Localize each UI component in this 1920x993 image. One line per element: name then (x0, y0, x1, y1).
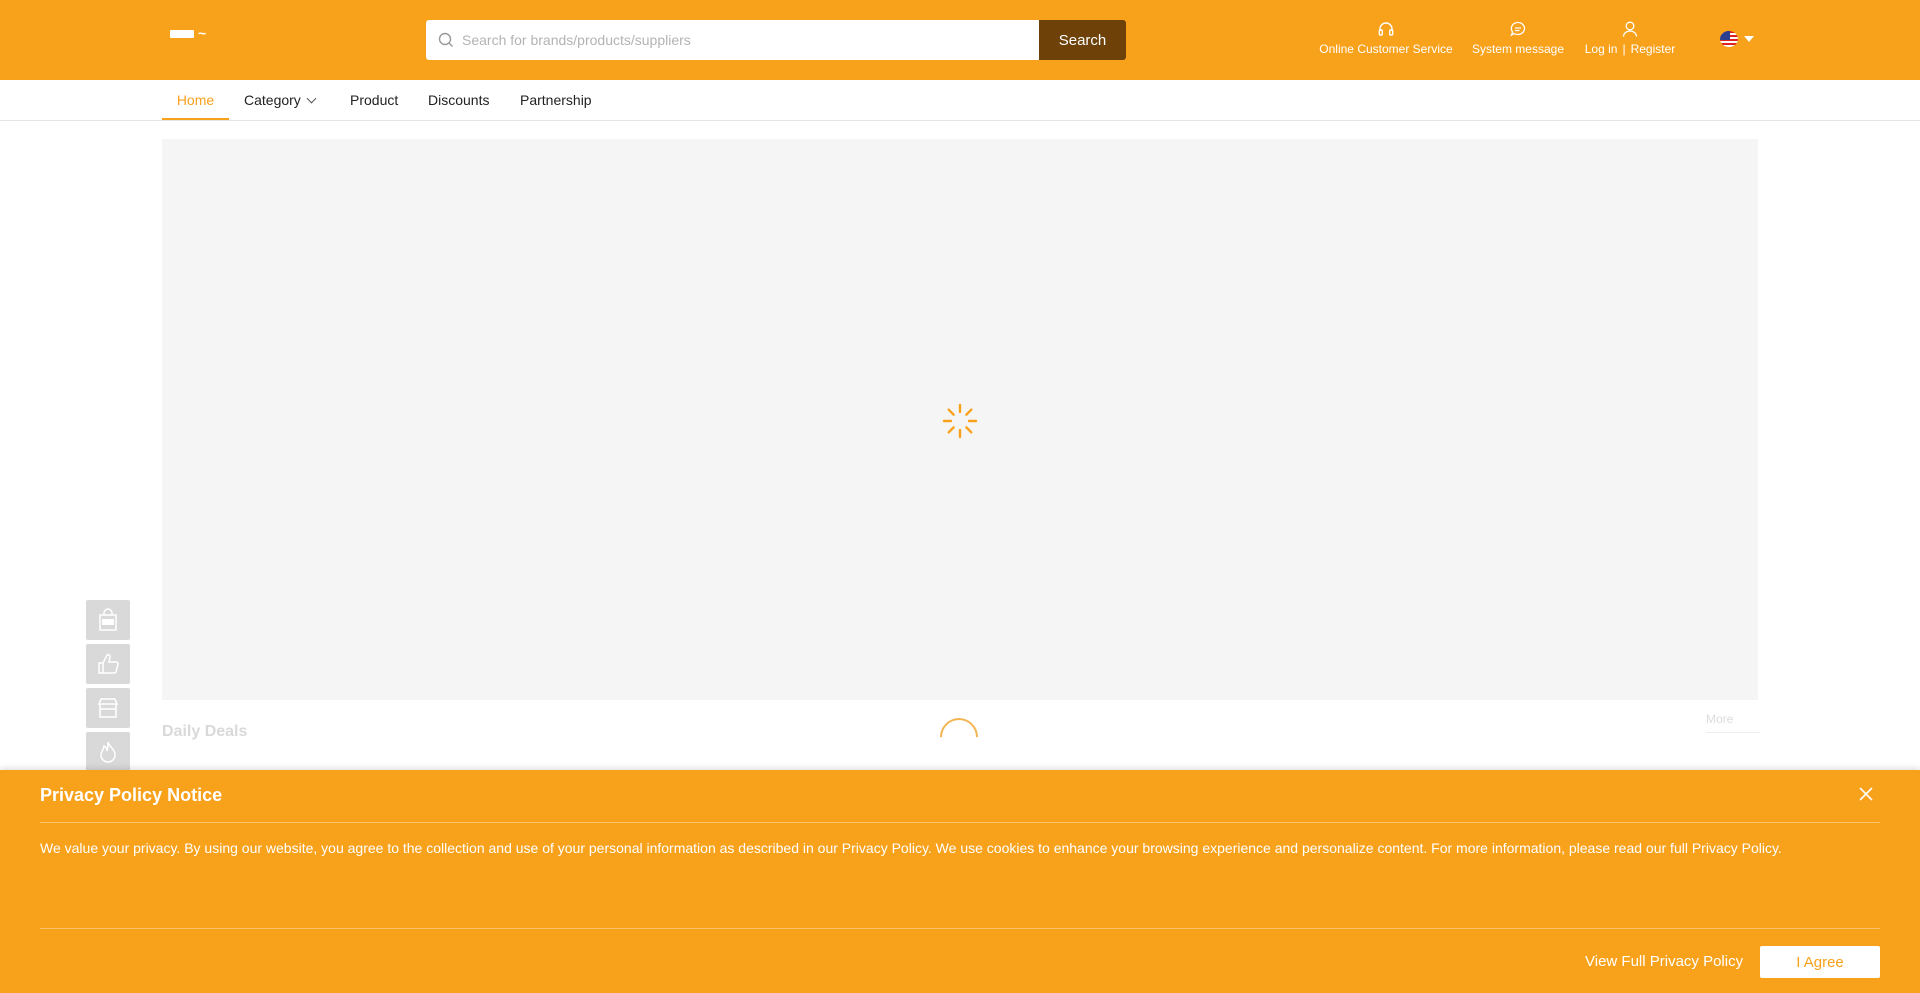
online-customer-service-link[interactable]: Online Customer Service (1318, 20, 1454, 56)
logo-mark (170, 30, 194, 38)
loading-spinner-icon (942, 403, 978, 439)
side-hot-button[interactable] (86, 732, 130, 772)
nav-partnership[interactable]: Partnership (520, 80, 592, 120)
search-box[interactable] (426, 20, 1039, 60)
nav-category-label: Category (244, 92, 301, 108)
nav-discounts[interactable]: Discounts (428, 80, 489, 120)
store-icon (97, 698, 119, 718)
new-bag-icon (99, 608, 117, 631)
headset-icon (1378, 22, 1394, 36)
view-full-privacy-policy-link[interactable]: View Full Privacy Policy (1585, 953, 1743, 970)
top-header: ~ Search Online Customer Service System … (0, 0, 1920, 80)
site-logo[interactable]: ~ (170, 25, 216, 42)
side-new-button[interactable] (86, 600, 130, 640)
register-link[interactable]: Register (1631, 42, 1676, 56)
deals-more-link[interactable]: More (1706, 712, 1760, 733)
chevron-down-icon (306, 93, 317, 104)
close-icon[interactable] (1856, 784, 1876, 804)
search-icon (438, 32, 453, 47)
daily-deals-title: Daily Deals (162, 723, 248, 740)
account-area: Log in | Register (1582, 20, 1678, 56)
privacy-policy-notice: Privacy Policy Notice We value your priv… (0, 770, 1920, 993)
login-register-row: Log in | Register (1582, 42, 1678, 56)
thumbs-up-icon (98, 653, 119, 674)
customer-service-label: Online Customer Service (1319, 42, 1453, 56)
caret-down-icon (1744, 36, 1754, 42)
search-input[interactable] (462, 32, 1022, 48)
privacy-text: We value your privacy. By using our webs… (40, 840, 1782, 856)
divider (40, 928, 1880, 929)
hot-fire-icon (100, 741, 116, 763)
nav-product[interactable]: Product (350, 80, 398, 120)
privacy-title: Privacy Policy Notice (40, 785, 223, 805)
agree-button[interactable]: I Agree (1760, 946, 1880, 978)
user-icon (1622, 21, 1638, 37)
system-message-label: System message (1471, 42, 1565, 56)
logo-glyph: ~ (198, 25, 207, 41)
divider (40, 822, 1880, 823)
language-selector[interactable] (1720, 31, 1754, 47)
search-button[interactable]: Search (1039, 20, 1126, 60)
nav-home[interactable]: Home (162, 80, 229, 120)
login-separator: | (1622, 42, 1626, 56)
side-recommend-button[interactable] (86, 644, 130, 684)
loading-arc-icon (932, 710, 986, 764)
search-bar: Search (426, 20, 1126, 60)
main-nav: Home Category Product Discounts Partners… (0, 80, 1920, 121)
us-flag-icon (1720, 31, 1738, 47)
side-store-button[interactable] (86, 688, 130, 728)
login-link[interactable]: Log in (1585, 42, 1618, 56)
nav-category[interactable]: Category (244, 80, 317, 120)
chat-bubble-icon (1510, 21, 1526, 37)
system-message-link[interactable]: System message (1470, 20, 1566, 56)
